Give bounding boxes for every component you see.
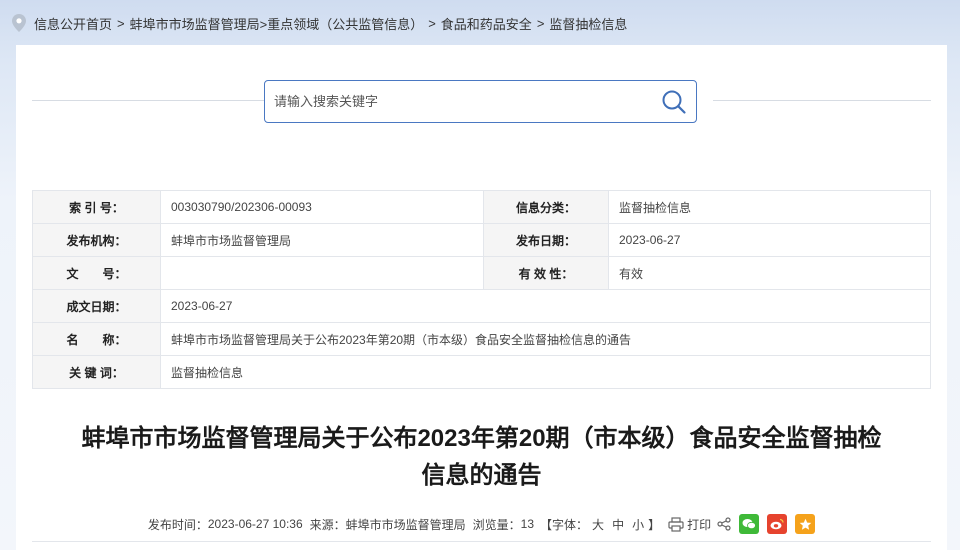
- font-size-control: 【字体：大中小】: [540, 516, 660, 533]
- article-title: 蚌埠市市场监督管理局关于公布2023年第20期（市本级）食品安全监督抽检 信息的…: [32, 420, 931, 494]
- table-row: 关 键 词： 监督抽检信息: [32, 355, 931, 389]
- breadcrumb-separator: >: [117, 15, 125, 31]
- breadcrumb-food-drug[interactable]: 食品和药品安全: [441, 14, 532, 33]
- content-panel: 索 引 号： 003030790/202306-00093 信息分类： 监督抽检…: [16, 45, 947, 550]
- location-pin-icon: [12, 14, 26, 32]
- breadcrumb: 信息公开首页 > 蚌埠市市场监督管理局>重点领域（公共监管信息） > 食品和药品…: [12, 12, 627, 34]
- doc-no-label: 文 号：: [32, 256, 161, 290]
- star-icon: [799, 518, 811, 530]
- views-label: 浏览量：: [472, 517, 521, 532]
- print-label: 打印: [687, 517, 712, 532]
- category-label: 信息分类：: [483, 190, 609, 224]
- wechat-share-button[interactable]: [739, 514, 760, 534]
- search-box: [264, 80, 697, 123]
- pub-date-value: 2023-06-27: [608, 223, 931, 257]
- font-size-close: 】: [648, 517, 661, 532]
- divider: [32, 541, 931, 542]
- views-value: 13: [520, 517, 535, 531]
- article-meta: 发布时间： 2023-06-27 10:36 来源： 蚌埠市市场监督管理局 浏览…: [16, 513, 947, 535]
- search-row: [16, 80, 947, 124]
- search-input[interactable]: [265, 81, 652, 122]
- source-value: 蚌埠市市场监督管理局: [345, 517, 466, 532]
- breadcrumb-inspection[interactable]: 监督抽检信息: [549, 14, 627, 33]
- divider: [713, 100, 931, 101]
- table-row: 索 引 号： 003030790/202306-00093 信息分类： 监督抽检…: [32, 190, 931, 224]
- doc-no-value: [160, 256, 484, 290]
- breadcrumb-separator: >: [536, 15, 545, 31]
- breadcrumb-home[interactable]: 信息公开首页: [34, 14, 112, 33]
- publisher-value: 蚌埠市市场监督管理局: [160, 223, 484, 257]
- publisher-label: 发布机构：: [32, 223, 161, 257]
- font-size-open: 【字体：: [540, 517, 589, 532]
- index-label: 索 引 号：: [32, 190, 161, 224]
- search-icon: [662, 90, 686, 114]
- printer-icon: [668, 516, 684, 532]
- divider: [32, 100, 264, 101]
- table-row: 名 称： 蚌埠市市场监督管理局关于公布2023年第20期（市本级）食品安全监督抽…: [32, 322, 931, 356]
- wechat-icon: [742, 519, 757, 530]
- article-title-line: 信息的通告: [421, 462, 542, 489]
- info-table: 索 引 号： 003030790/202306-00093 信息分类： 监督抽检…: [32, 190, 931, 389]
- created-value: 2023-06-27: [160, 289, 931, 323]
- print-button[interactable]: 打印: [668, 516, 711, 533]
- category-value: 监督抽检信息: [608, 190, 931, 224]
- keywords-value: 监督抽检信息: [160, 355, 931, 389]
- breadcrumb-separator: >: [428, 15, 436, 31]
- favorite-button[interactable]: [795, 514, 816, 534]
- breadcrumb-bureau[interactable]: 蚌埠市市场监督管理局>重点领域（公共监管信息）: [130, 14, 424, 33]
- table-row: 成文日期： 2023-06-27: [32, 289, 931, 323]
- created-label: 成文日期：: [32, 289, 161, 323]
- font-medium-button[interactable]: 中: [612, 518, 624, 532]
- source-label: 来源：: [309, 517, 346, 532]
- article-title-line: 蚌埠市市场监督管理局关于公布2023年第20期（市本级）食品安全监督抽检: [81, 425, 882, 452]
- validity-value: 有效: [608, 256, 931, 290]
- font-large-button[interactable]: 大: [592, 518, 604, 532]
- name-value: 蚌埠市市场监督管理局关于公布2023年第20期（市本级）食品安全监督抽检信息的通…: [160, 322, 931, 356]
- search-button[interactable]: [652, 81, 696, 122]
- pub-date-label: 发布日期：: [483, 223, 609, 257]
- index-value: 003030790/202306-00093: [160, 190, 484, 224]
- publish-time-value: 2023-06-27 10:36: [207, 517, 303, 531]
- validity-label: 有 效 性：: [483, 256, 609, 290]
- font-small-button[interactable]: 小: [632, 518, 644, 532]
- keywords-label: 关 键 词：: [32, 355, 161, 389]
- table-row: 文 号： 有 效 性： 有效: [32, 256, 931, 290]
- share-icon[interactable]: [717, 517, 731, 531]
- weibo-share-button[interactable]: [767, 514, 788, 534]
- publish-time-label: 发布时间：: [147, 517, 208, 532]
- table-row: 发布机构： 蚌埠市市场监督管理局 发布日期： 2023-06-27: [32, 223, 931, 257]
- weibo-icon: [770, 518, 784, 530]
- name-label: 名 称：: [32, 322, 161, 356]
